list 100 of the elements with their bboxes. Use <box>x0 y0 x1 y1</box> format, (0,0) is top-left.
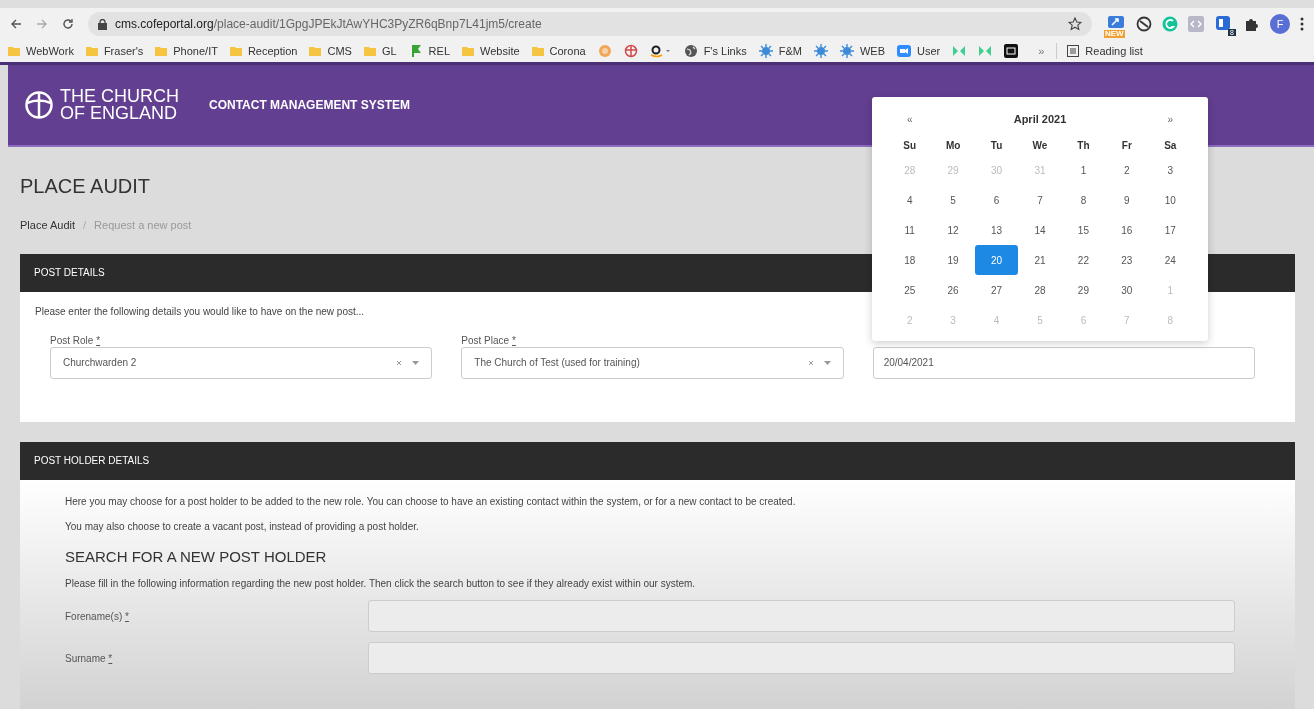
blocked-icon[interactable] <box>1136 16 1152 32</box>
calendar-day[interactable]: 6 <box>974 185 1019 215</box>
profile-avatar[interactable]: F <box>1270 14 1290 34</box>
weekday-label: Tu <box>989 138 1004 153</box>
calendar-day[interactable]: 16 <box>1105 215 1149 245</box>
clear-icon[interactable] <box>396 359 403 366</box>
select-field[interactable]: The Church of Test (used for training) <box>461 346 844 379</box>
calendar-day[interactable]: 10 <box>1148 185 1192 215</box>
caret-icon[interactable] <box>412 360 420 365</box>
calendar-day[interactable]: 29 <box>1061 275 1106 305</box>
bookmark-link[interactable]: Reception <box>247 42 298 60</box>
calendar-day[interactable]: 4 <box>888 185 932 215</box>
input-field[interactable] <box>368 642 1235 674</box>
bookmark-link[interactable]: F's Links <box>703 42 747 60</box>
calendar-day[interactable]: 21 <box>1018 245 1062 275</box>
calendar-day[interactable]: 30 <box>1105 275 1149 305</box>
leaf-icon <box>952 44 967 58</box>
calendar-day[interactable]: 9 <box>1105 185 1149 215</box>
calendar-day[interactable]: 3 <box>1148 155 1192 185</box>
bookmark-link[interactable]: CMS <box>327 42 352 60</box>
bookmark-link[interactable]: WebWork <box>26 42 74 60</box>
menu-icon[interactable] <box>1300 17 1304 31</box>
intro-text: Please enter the following details you would like to have on the new post... <box>35 304 366 319</box>
forward-icon[interactable] <box>36 18 48 30</box>
calendar-day[interactable]: 2 <box>1105 155 1149 185</box>
bookmark-link[interactable]: F&M <box>778 42 802 60</box>
input-field[interactable] <box>368 600 1235 632</box>
calendar-day[interactable]: 22 <box>1061 245 1106 275</box>
next-month-button[interactable]: » <box>1148 111 1192 127</box>
month-title[interactable]: April 2021 <box>931 110 1149 128</box>
calendar-day[interactable]: 1 <box>1061 155 1106 185</box>
breadcrumb-link[interactable]: Place Audit <box>20 217 76 234</box>
reading-list-icon <box>1067 45 1080 57</box>
calendar-day[interactable]: 7 <box>1018 185 1062 215</box>
paragraph: Here you may choose for a post holder to be added to the new role. You can choose to have an existing contact within the system, or for a new contact to be created. <box>65 494 797 509</box>
weekday-label: We <box>1031 138 1049 153</box>
clear-icon[interactable] <box>807 359 814 366</box>
bookmark-link[interactable]: REL <box>428 42 450 60</box>
url-text: cms.cofeportal.org/place-audit/1GpgJPEkJtAwYHC3PyZR6qBnp7L41jm5/create <box>115 16 542 33</box>
calendar-day[interactable]: 26 <box>931 275 975 305</box>
weekday-label: Sa <box>1163 138 1178 153</box>
bookmark-link[interactable]: User <box>917 42 941 60</box>
star-icon[interactable] <box>1068 17 1082 31</box>
puzzle-icon[interactable] <box>1244 16 1260 32</box>
calendar-day[interactable]: 20 <box>974 245 1019 275</box>
calendar-day[interactable]: 13 <box>974 215 1019 245</box>
calendar-day[interactable]: 23 <box>1105 245 1149 275</box>
date-field[interactable]: 20/04/2021 <box>872 346 1255 379</box>
calendar-day[interactable]: 5 <box>931 185 975 215</box>
paragraph: You may also choose to create a vacant post, instead of providing a post holder. <box>65 519 420 534</box>
back-icon[interactable] <box>10 18 22 30</box>
section-title: POST HOLDER DETAILS <box>34 454 150 468</box>
folder-icon <box>462 45 474 57</box>
calendar-day[interactable]: 28 <box>1018 275 1062 305</box>
field-label: Forename(s) * <box>65 609 130 624</box>
calendar-day[interactable]: 25 <box>888 275 932 305</box>
calendar-day[interactable]: 27 <box>974 275 1019 305</box>
calendar-day[interactable]: 11 <box>888 215 932 245</box>
prev-month-button[interactable]: « <box>888 111 932 127</box>
new-badge: NEW <box>1104 30 1125 38</box>
bookmark-link[interactable]: Phone/IT <box>173 42 218 60</box>
reading-list-link[interactable]: Reading list <box>1085 42 1143 60</box>
system-title: CONTACT MANAGEMENT SYSTEM <box>209 97 411 114</box>
logo-text: THE CHURCH <box>60 88 179 105</box>
breadcrumb-current: Request a new post <box>94 218 192 233</box>
overflow-button[interactable]: » <box>1038 42 1045 60</box>
app-icon <box>1004 44 1019 58</box>
cross-logo-icon <box>24 90 54 120</box>
address-bar[interactable]: cms.cofeportal.org/place-audit/1GpgJPEkJtAwYHC3PyZR6qBnp7L41jm5/create <box>88 12 1092 36</box>
code-icon[interactable] <box>1188 16 1204 32</box>
calendar-day[interactable]: 12 <box>931 215 975 245</box>
calendar-day[interactable]: 17 <box>1148 215 1192 245</box>
virus-icon <box>839 44 854 58</box>
bookmark-link[interactable]: Fraser's <box>103 42 144 60</box>
calendar-day[interactable]: 24 <box>1148 245 1192 275</box>
amazon-icon <box>649 44 672 58</box>
virus-icon <box>813 44 828 58</box>
calendar-day[interactable]: 18 <box>888 245 932 275</box>
extension-icon[interactable] <box>1215 15 1233 33</box>
bookmark-link[interactable]: WEB <box>859 42 885 60</box>
bookmark-link[interactable]: Corona <box>549 42 586 60</box>
calendar-day[interactable]: 19 <box>931 245 975 275</box>
select-field[interactable]: Churchwarden 2 <box>50 346 433 379</box>
sun-icon <box>597 44 612 58</box>
folder-icon <box>85 45 98 57</box>
calendar-day[interactable]: 8 <box>1061 185 1106 215</box>
caret-icon[interactable] <box>823 360 831 365</box>
calendar-day[interactable]: 15 <box>1061 215 1106 245</box>
weekday-label: Su <box>902 138 918 153</box>
folder-icon <box>155 45 168 57</box>
reload-icon[interactable] <box>62 18 74 30</box>
field-label: Post Place * <box>461 334 516 346</box>
grammar-icon[interactable] <box>1162 16 1178 32</box>
calendar-day[interactable]: 14 <box>1018 215 1062 245</box>
bookmark-link[interactable]: Website <box>480 42 520 60</box>
section-title: POST DETAILS <box>34 266 105 280</box>
bookmark-link[interactable]: GL <box>381 42 397 60</box>
folder-icon <box>363 45 376 57</box>
page-title: PLACE AUDIT <box>20 174 152 197</box>
weekday-label: Th <box>1076 138 1091 153</box>
